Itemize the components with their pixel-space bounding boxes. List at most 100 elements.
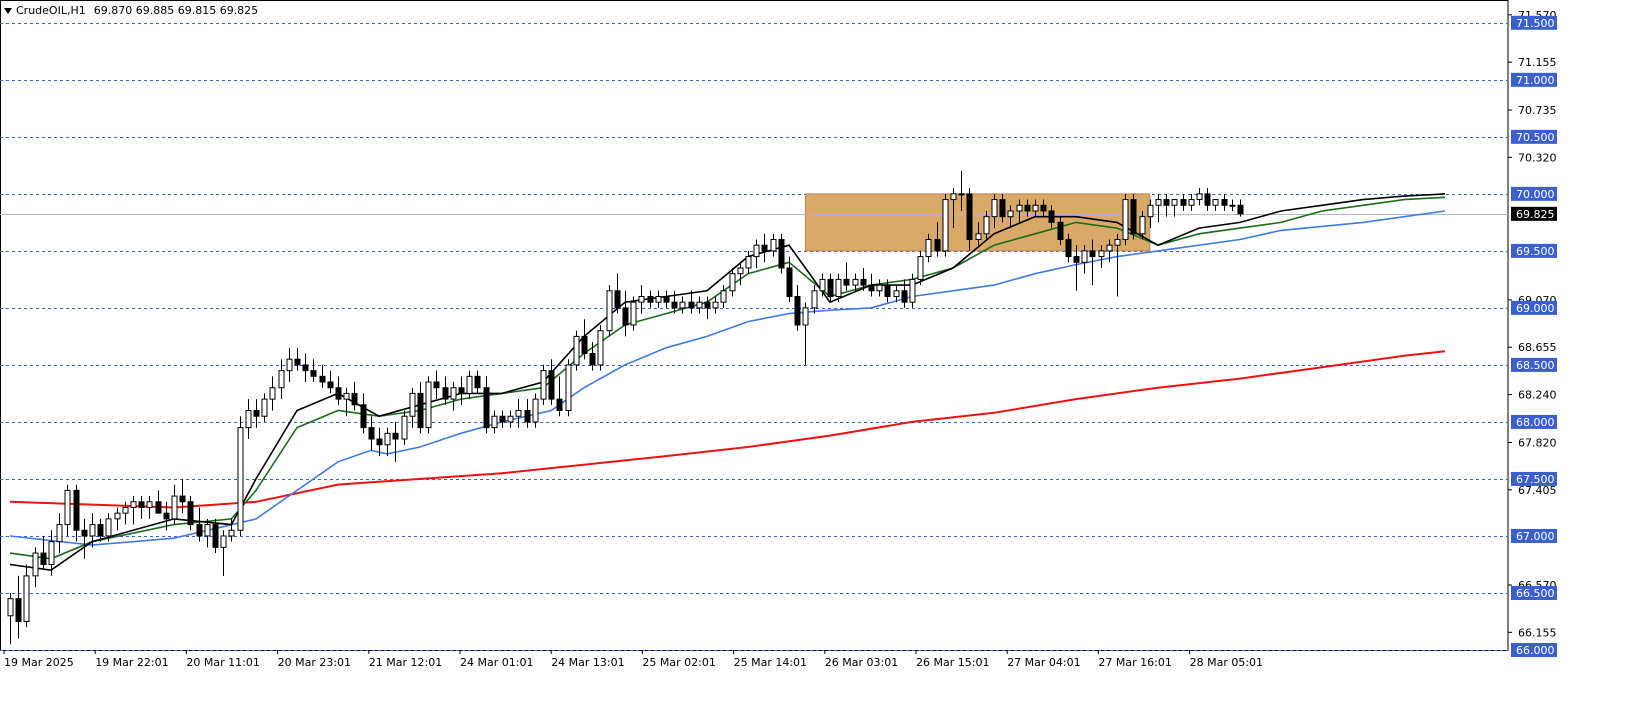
candle-body[interactable] <box>835 278 842 297</box>
candle-body[interactable] <box>294 358 301 366</box>
candle-body[interactable] <box>327 381 334 389</box>
candle-body[interactable] <box>802 307 809 326</box>
candle-body[interactable] <box>638 295 645 303</box>
candle-body[interactable] <box>171 495 178 520</box>
candle-body[interactable] <box>917 256 924 280</box>
candle-body[interactable] <box>376 438 383 446</box>
candle-body[interactable] <box>319 375 326 383</box>
candle-body[interactable] <box>302 364 309 372</box>
candle-body[interactable] <box>138 501 145 508</box>
candle-body[interactable] <box>925 238 932 258</box>
candle-body[interactable] <box>1163 199 1170 206</box>
candle-body[interactable] <box>425 381 432 429</box>
candle-body[interactable] <box>204 524 211 537</box>
candle-body[interactable] <box>253 410 260 417</box>
candle-body[interactable] <box>811 290 818 309</box>
candle-body[interactable] <box>499 415 506 423</box>
candle-body[interactable] <box>1032 204 1039 212</box>
candle-body[interactable] <box>179 495 186 503</box>
candle-body[interactable] <box>458 387 465 394</box>
candle-body[interactable] <box>958 193 965 196</box>
candle-body[interactable] <box>450 387 457 400</box>
candle-body[interactable] <box>786 267 793 297</box>
candle-body[interactable] <box>105 518 112 537</box>
candle-body[interactable] <box>1057 221 1064 240</box>
candle-body[interactable] <box>1114 238 1121 246</box>
candle-body[interactable] <box>351 392 358 406</box>
candle-body[interactable] <box>310 370 317 377</box>
candle-body[interactable] <box>368 427 375 440</box>
candle-body[interactable] <box>1016 204 1023 212</box>
candle-body[interactable] <box>655 295 662 303</box>
candle-body[interactable] <box>868 284 875 292</box>
candle-body[interactable] <box>942 199 949 252</box>
candle-body[interactable] <box>975 233 982 240</box>
candle-body[interactable] <box>524 410 531 423</box>
candle-body[interactable] <box>671 301 678 309</box>
candle-body[interactable] <box>483 387 490 429</box>
candle-body[interactable] <box>32 552 39 577</box>
candle-body[interactable] <box>7 598 14 617</box>
candle-body[interactable] <box>73 489 80 531</box>
candle-body[interactable] <box>704 301 711 309</box>
candle-body[interactable] <box>1024 204 1031 212</box>
candle-body[interactable] <box>507 415 514 423</box>
candle-body[interactable] <box>1073 256 1080 263</box>
candle-body[interactable] <box>491 415 498 429</box>
candle-body[interactable] <box>1065 238 1072 258</box>
candle-body[interactable] <box>384 432 391 446</box>
candle-body[interactable] <box>573 335 580 366</box>
candle-body[interactable] <box>1007 210 1014 218</box>
candle-body[interactable] <box>1040 204 1047 212</box>
candle-body[interactable] <box>934 238 941 252</box>
candle-body[interactable] <box>401 415 408 440</box>
candle-body[interactable] <box>770 238 777 252</box>
candle-body[interactable] <box>64 489 71 526</box>
candle-body[interactable] <box>966 193 973 240</box>
candle-body[interactable] <box>852 278 859 286</box>
candle-body[interactable] <box>163 512 170 520</box>
candle-body[interactable] <box>729 273 736 292</box>
candle-body[interactable] <box>515 410 522 417</box>
candle-body[interactable] <box>1081 250 1088 263</box>
candle-body[interactable] <box>614 290 621 309</box>
candle-body[interactable] <box>794 295 801 326</box>
candle-body[interactable] <box>688 301 695 309</box>
candle-body[interactable] <box>343 392 350 400</box>
candle-body[interactable] <box>220 535 227 548</box>
candle-body[interactable] <box>392 432 399 440</box>
price-chart[interactable]: 71.57071.15570.73570.32069.07068.65568.2… <box>0 0 1651 708</box>
candle-body[interactable] <box>228 529 235 537</box>
candle-body[interactable] <box>89 524 96 537</box>
candle-body[interactable] <box>1098 250 1105 258</box>
candle-body[interactable] <box>950 193 957 201</box>
candle-body[interactable] <box>991 199 998 218</box>
candle-body[interactable] <box>409 392 416 417</box>
chevron-down-icon[interactable] <box>4 8 12 14</box>
candle-body[interactable] <box>622 307 629 326</box>
candle-body[interactable] <box>1171 199 1178 206</box>
candle-body[interactable] <box>556 398 563 412</box>
candle-body[interactable] <box>1188 199 1195 206</box>
candle-body[interactable] <box>630 301 637 326</box>
candle-body[interactable] <box>187 501 194 526</box>
candle-body[interactable] <box>1229 204 1236 207</box>
candle-body[interactable] <box>23 575 30 622</box>
candle-body[interactable] <box>269 387 276 400</box>
candle-body[interactable] <box>1221 199 1228 206</box>
candle-body[interactable] <box>778 238 785 269</box>
candle-body[interactable] <box>1212 199 1219 206</box>
candle-body[interactable] <box>335 387 342 400</box>
candle-body[interactable] <box>196 524 203 537</box>
candle-body[interactable] <box>1147 204 1154 218</box>
consolidation-zone[interactable] <box>804 193 1151 252</box>
candle-body[interactable] <box>909 278 916 303</box>
candle-body[interactable] <box>433 381 440 389</box>
candle-body[interactable] <box>843 278 850 286</box>
candle-body[interactable] <box>999 199 1006 218</box>
candle-body[interactable] <box>647 295 654 303</box>
candle-body[interactable] <box>753 244 760 258</box>
candle-body[interactable] <box>1122 199 1129 240</box>
candle-body[interactable] <box>245 410 252 429</box>
candle-body[interactable] <box>983 216 990 235</box>
